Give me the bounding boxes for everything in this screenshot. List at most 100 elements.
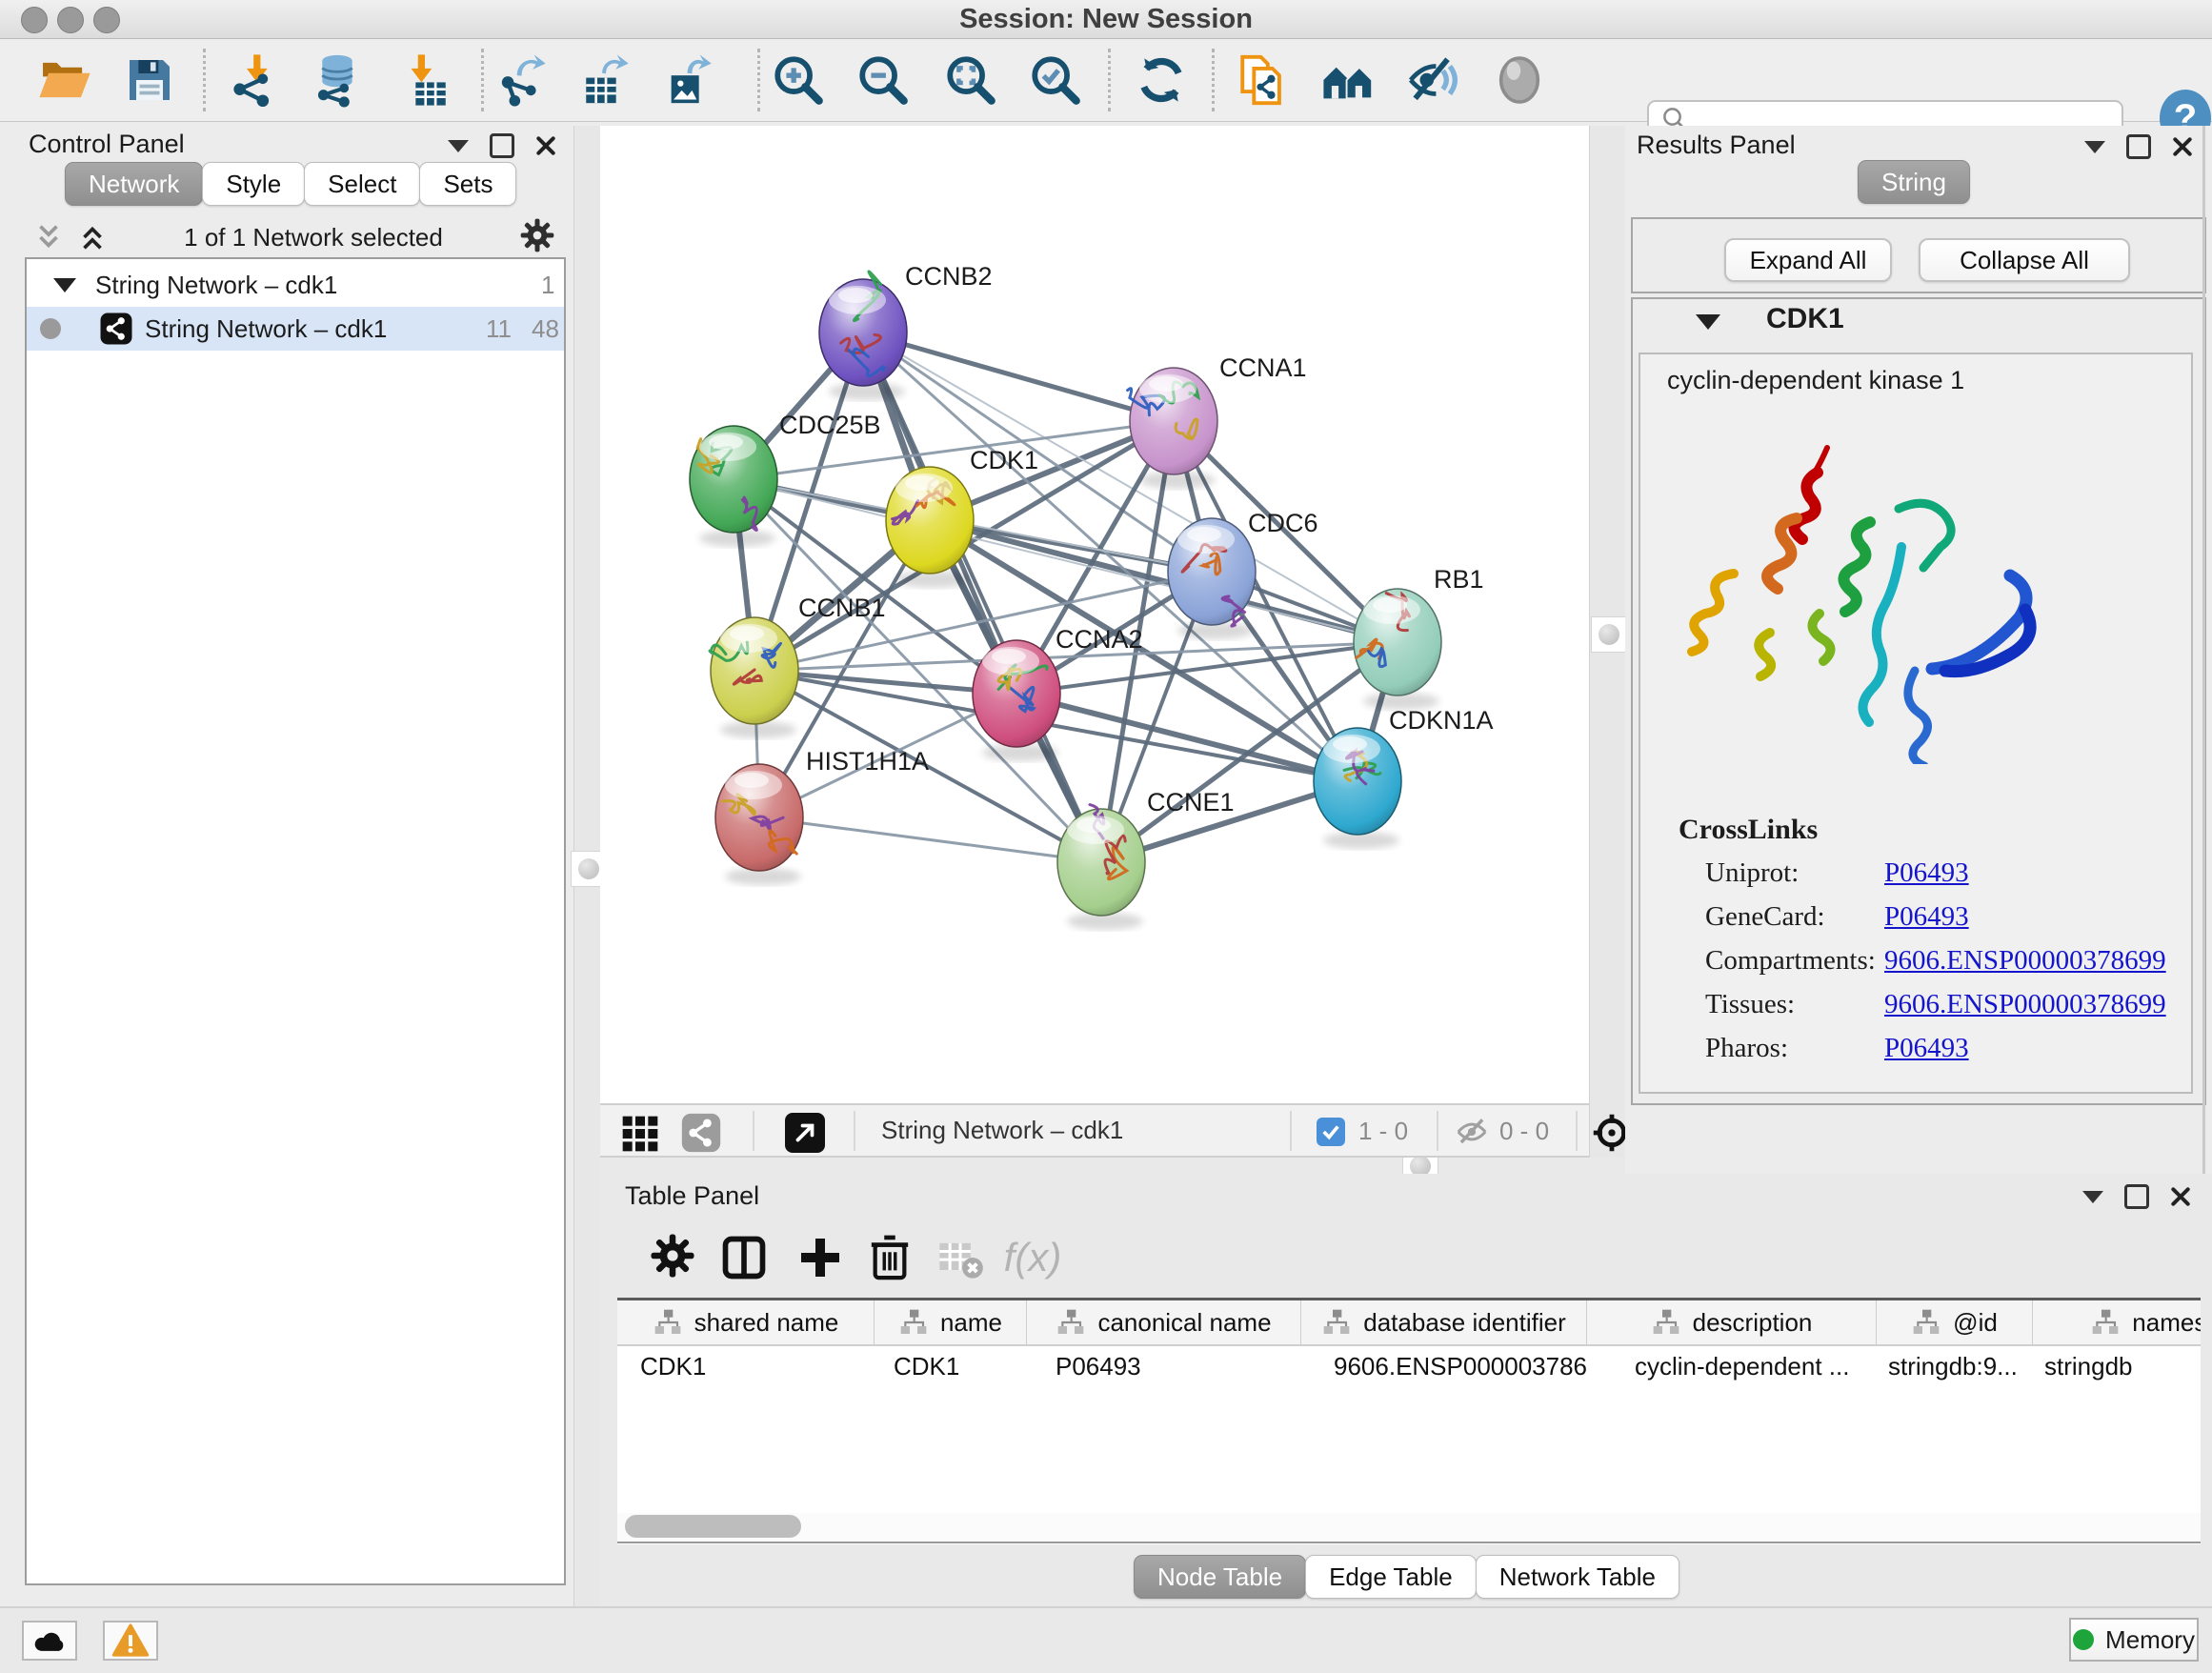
export-network-button[interactable] bbox=[495, 51, 553, 109]
string-home-icon bbox=[1321, 52, 1377, 108]
column-header-namespace[interactable]: namespace bbox=[2033, 1300, 2201, 1344]
table-cell[interactable]: cyclin-dependent ... bbox=[1587, 1346, 1877, 1386]
string-settings-button[interactable] bbox=[680, 1112, 722, 1159]
results-actions-box: Expand All Collapse All bbox=[1631, 217, 2206, 293]
warnings-button[interactable] bbox=[103, 1621, 158, 1661]
collapse-all-chevron-icon[interactable] bbox=[32, 221, 65, 253]
node-label-CDC25B: CDC25B bbox=[779, 411, 881, 439]
column-header-@id[interactable]: @id bbox=[1877, 1300, 2033, 1344]
table-settings-button[interactable] bbox=[642, 1227, 703, 1288]
table-cell[interactable]: stringdb bbox=[2033, 1346, 2201, 1386]
cloud-button[interactable] bbox=[22, 1621, 77, 1661]
right-splitter[interactable] bbox=[1589, 126, 1627, 1174]
expand-all-button[interactable]: Expand All bbox=[1724, 238, 1892, 282]
table-row[interactable]: CDK1CDK1P064939606.ENSP00000378699cyclin… bbox=[617, 1346, 2201, 1386]
tab-style[interactable]: Style bbox=[202, 162, 305, 206]
tree-expander-icon[interactable] bbox=[53, 278, 76, 292]
network-node-CCNE1[interactable] bbox=[1057, 805, 1145, 930]
network-node-CDK1[interactable] bbox=[886, 467, 974, 588]
column-header-shared-name[interactable]: shared name bbox=[617, 1300, 875, 1344]
column-header-name[interactable]: name bbox=[875, 1300, 1027, 1344]
horizontal-splitter[interactable] bbox=[600, 1158, 1625, 1174]
network-from-file-button[interactable] bbox=[1235, 51, 1292, 109]
table-cell[interactable]: CDK1 bbox=[617, 1346, 875, 1386]
refresh-view-button[interactable] bbox=[1133, 51, 1190, 109]
section-expander-icon[interactable] bbox=[1696, 314, 1720, 330]
panel-float-icon[interactable] bbox=[2126, 134, 2151, 159]
node-table[interactable]: shared namenamecanonical namedatabase id… bbox=[617, 1298, 2201, 1544]
tab-string[interactable]: String bbox=[1858, 160, 1970, 204]
crosslink-value-link[interactable]: P06493 bbox=[1884, 901, 1969, 933]
cloud-icon bbox=[30, 1622, 69, 1660]
delete-column-button[interactable] bbox=[859, 1227, 920, 1288]
panel-close-icon[interactable] bbox=[535, 135, 556, 156]
export-image-button[interactable] bbox=[661, 51, 718, 109]
gear-icon[interactable] bbox=[518, 216, 556, 259]
import-table-button[interactable] bbox=[396, 51, 453, 109]
right-splitter-handle[interactable] bbox=[1591, 616, 1627, 653]
open-session-button[interactable] bbox=[36, 51, 93, 109]
crosslink-value-link[interactable]: P06493 bbox=[1884, 1033, 1969, 1064]
tab-network-table[interactable]: Network Table bbox=[1476, 1555, 1679, 1599]
tab-node-table[interactable]: Node Table bbox=[1134, 1555, 1306, 1599]
hide-eye-button[interactable] bbox=[1405, 51, 1462, 109]
tab-edge-table[interactable]: Edge Table bbox=[1305, 1555, 1477, 1599]
table-cell[interactable]: P06493 bbox=[1027, 1346, 1301, 1386]
show-columns-button[interactable] bbox=[714, 1227, 774, 1288]
network-node-HIST1H1A[interactable] bbox=[715, 764, 803, 885]
panel-float-icon[interactable] bbox=[2124, 1184, 2149, 1209]
panel-float-icon[interactable] bbox=[490, 133, 514, 158]
panel-collapse-icon[interactable] bbox=[2084, 141, 2105, 153]
tab-sets[interactable]: Sets bbox=[419, 162, 516, 206]
left-splitter[interactable] bbox=[573, 126, 602, 1606]
zoom-fit-button[interactable] bbox=[942, 51, 999, 109]
table-cell[interactable]: 9606.ENSP00000378699 bbox=[1301, 1346, 1587, 1386]
column-header-description[interactable]: description bbox=[1587, 1300, 1877, 1344]
zoom-out-button[interactable] bbox=[855, 51, 912, 109]
panel-collapse-icon[interactable] bbox=[448, 140, 469, 152]
network-collection-label: String Network – cdk1 bbox=[95, 271, 337, 300]
scrollbar-thumb[interactable] bbox=[625, 1515, 801, 1538]
gray-eye-button[interactable] bbox=[1491, 51, 1548, 109]
network-node-CCNA1[interactable] bbox=[1128, 368, 1217, 489]
panel-close-icon[interactable] bbox=[2172, 136, 2193, 157]
network-node-RB1[interactable] bbox=[1354, 589, 1441, 710]
save-session-button[interactable] bbox=[121, 51, 178, 109]
memory-button[interactable]: Memory bbox=[2069, 1618, 2199, 1662]
zoom-in-button[interactable] bbox=[770, 51, 827, 109]
delete-table-button[interactable] bbox=[930, 1227, 991, 1288]
panel-close-icon[interactable] bbox=[2170, 1186, 2191, 1207]
expand-all-chevron-icon[interactable] bbox=[76, 221, 109, 253]
selected-checkbox[interactable] bbox=[1317, 1118, 1345, 1146]
tab-network[interactable]: Network bbox=[65, 162, 203, 206]
import-database-button[interactable] bbox=[309, 51, 366, 109]
import-network-button[interactable] bbox=[230, 51, 287, 109]
network-node-CDKN1A[interactable] bbox=[1314, 728, 1401, 849]
crosslink-value-link[interactable]: 9606.ENSP00000378699 bbox=[1884, 989, 2166, 1020]
birds-eye-view-button[interactable] bbox=[621, 1115, 659, 1158]
add-column-button[interactable] bbox=[790, 1227, 851, 1288]
network-label: String Network – cdk1 bbox=[145, 314, 387, 344]
network-node-CCNB1[interactable] bbox=[710, 617, 798, 738]
column-header-database-identifier[interactable]: database identifier bbox=[1301, 1300, 1587, 1344]
network-node-CDC25B[interactable] bbox=[690, 426, 777, 547]
table-horizontal-scrollbar[interactable] bbox=[617, 1513, 2201, 1543]
collapse-all-button[interactable]: Collapse All bbox=[1919, 238, 2130, 282]
network-canvas[interactable]: CCNB2CCNA1CDC25BCDK1CDC6RB1CCNB1CCNA2CDK… bbox=[600, 126, 1589, 1103]
open-in-window-button[interactable] bbox=[785, 1113, 825, 1153]
crosslink-value-link[interactable]: P06493 bbox=[1884, 857, 1969, 889]
table-cell[interactable]: stringdb:9... bbox=[1877, 1346, 2033, 1386]
string-home-button[interactable] bbox=[1320, 51, 1377, 109]
network-row[interactable]: String Network – cdk1 11 48 bbox=[27, 307, 564, 351]
network-collection-row[interactable]: String Network – cdk1 1 bbox=[27, 263, 564, 307]
results-scrollbar[interactable] bbox=[2202, 126, 2205, 1174]
crosslink-value-link[interactable]: 9606.ENSP00000378699 bbox=[1884, 945, 2166, 977]
table-cell[interactable]: CDK1 bbox=[875, 1346, 1027, 1386]
network-node-CCNB2[interactable] bbox=[819, 272, 907, 400]
column-header-canonical-name[interactable]: canonical name bbox=[1027, 1300, 1301, 1344]
export-table-button[interactable] bbox=[578, 51, 635, 109]
panel-collapse-icon[interactable] bbox=[2082, 1191, 2103, 1203]
tab-select[interactable]: Select bbox=[304, 162, 420, 206]
zoom-selected-button[interactable] bbox=[1027, 51, 1084, 109]
function-builder-button[interactable]: f(x) bbox=[1002, 1227, 1063, 1288]
